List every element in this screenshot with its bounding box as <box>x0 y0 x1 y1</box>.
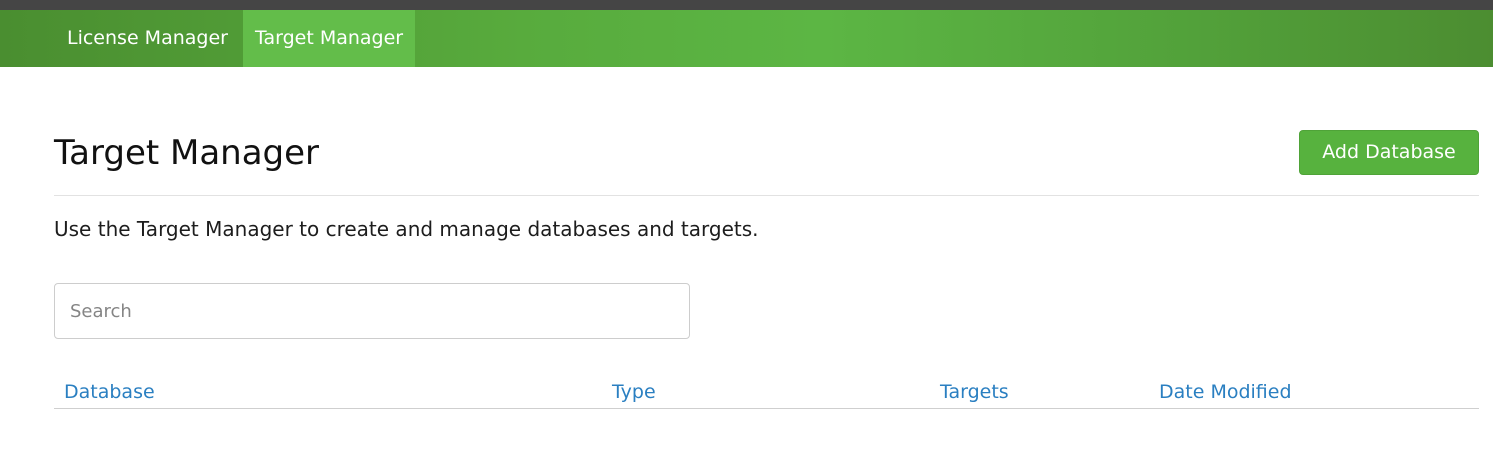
search-input[interactable] <box>54 283 690 339</box>
column-header-type[interactable]: Type <box>612 379 656 405</box>
column-header-database[interactable]: Database <box>64 379 155 405</box>
table-header: Database Type Targets Date Modified <box>54 376 1479 409</box>
column-header-date-modified[interactable]: Date Modified <box>1159 379 1292 405</box>
add-database-button[interactable]: Add Database <box>1299 130 1479 175</box>
title-divider <box>54 195 1479 196</box>
top-navbar: License Manager Target Manager <box>0 10 1493 67</box>
nav-item-license-manager[interactable]: License Manager <box>55 10 236 67</box>
nav-item-target-manager[interactable]: Target Manager <box>243 10 415 67</box>
browser-top-strip <box>0 0 1493 10</box>
page-title: Target Manager <box>54 133 320 173</box>
column-header-targets[interactable]: Targets <box>940 379 1009 405</box>
page-description: Use the Target Manager to create and man… <box>54 217 759 241</box>
